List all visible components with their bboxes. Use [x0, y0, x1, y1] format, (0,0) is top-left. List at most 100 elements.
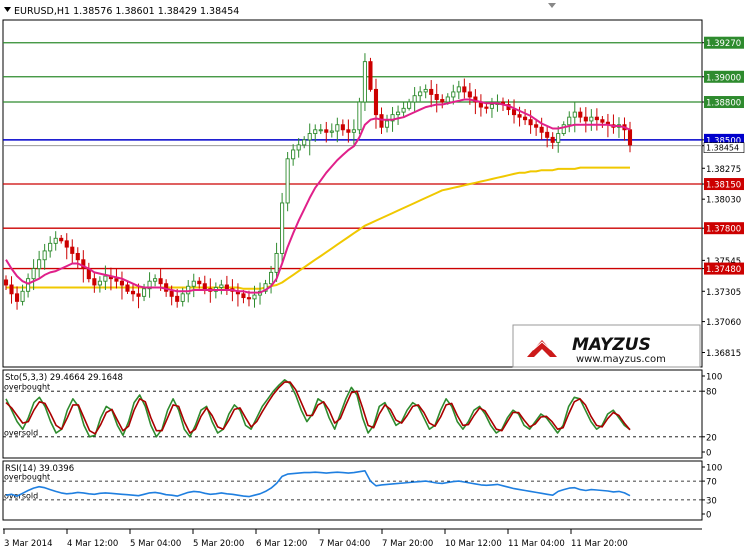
indicator-title: RSI(14) 39.0396 [5, 464, 74, 474]
time-tick-label: 7 Mar 20:00 [382, 539, 433, 549]
price-axis: 1.382751.380301.375451.373051.370601.368… [702, 42, 741, 359]
candle-body [379, 114, 384, 128]
osc-tick-label: 70 [706, 478, 717, 488]
price-tick-label: 1.38030 [706, 196, 741, 206]
time-tick-label: 6 Mar 12:00 [256, 539, 307, 549]
candle-body [3, 279, 9, 286]
candle-body [456, 86, 461, 93]
panel-frame-2 [2, 369, 703, 459]
indicator-title: Sto(5,3,3) 29.4664 29.1648 [5, 373, 123, 383]
time-axis: 3 Mar 2014 4 Mar 12:00 5 Mar 04:00 5 Mar 20… [3, 529, 628, 549]
candle-body [302, 139, 307, 146]
scroll-marker-icon[interactable] [548, 3, 556, 8]
candle-body [42, 250, 47, 261]
stochastic-panel: overbought oversold 100 80 20 0 Sto(5,3,3) 29.… [3, 373, 722, 459]
candle-body [31, 268, 36, 280]
candle-body [313, 129, 318, 135]
candle-body [429, 88, 434, 95]
candle-body [484, 106, 489, 109]
candle-body [511, 109, 517, 116]
candle-body [324, 129, 329, 133]
candle-body [252, 294, 257, 300]
candle-body [462, 86, 467, 93]
candle-body [180, 293, 185, 302]
candle-body [125, 284, 130, 292]
candle-body [274, 252, 279, 273]
collapse-arrow-icon[interactable] [4, 7, 11, 12]
candle-body [246, 297, 252, 300]
candle-body [594, 116, 599, 121]
candle-body [164, 283, 169, 292]
candle-body [600, 119, 605, 123]
candle-body [357, 101, 362, 131]
candle-body [467, 91, 472, 98]
time-tick-label: 5 Mar 20:00 [193, 539, 244, 549]
price-tag-label: 1.37800 [706, 225, 741, 235]
candle-body [368, 61, 373, 90]
osc-tick-label: 100 [706, 464, 722, 474]
price-tag-label: 1.37480 [706, 265, 741, 275]
candle-body [534, 124, 539, 128]
candle-body [26, 278, 31, 292]
candlesticks [3, 53, 633, 310]
price-tag-label: 1.39270 [706, 39, 741, 49]
candle-body [523, 116, 528, 121]
candle-body [142, 288, 147, 297]
candle-body [489, 104, 494, 109]
candle-body [572, 111, 577, 118]
osc-tick-label: 0 [706, 449, 711, 459]
candle-body [407, 101, 412, 109]
panel-frame-1 [2, 19, 703, 368]
candle-body [119, 280, 125, 286]
candle-body [418, 91, 423, 97]
candle-body [48, 242, 53, 252]
candle-body [175, 295, 180, 302]
candle-body [545, 131, 550, 138]
candle-body [9, 284, 14, 295]
watermark: MAYZUS www.mayzus.com [512, 324, 701, 368]
candle-body [59, 237, 64, 242]
candle-body [269, 271, 274, 285]
candle-body [296, 144, 301, 151]
candle-body [451, 91, 456, 98]
time-tick-label: 10 Mar 12:00 [445, 539, 502, 549]
level-oversold-label: oversold [4, 428, 38, 437]
candle-body [373, 88, 379, 116]
candle-body [362, 61, 367, 103]
candle-body [307, 133, 312, 141]
candle-body [53, 237, 58, 244]
candle-body [114, 278, 119, 282]
series-RSI [5, 469, 631, 498]
candle-body [37, 259, 42, 270]
rsi-panel: overboughtoversold10070300RSI(14) 39.039… [3, 464, 722, 521]
candle-body [423, 88, 428, 93]
osc-tick-label: 100 [706, 373, 722, 383]
time-tick-label: 11 Mar 04:00 [508, 539, 565, 549]
osc-tick-label: 0 [706, 511, 711, 521]
candle-body [401, 107, 406, 113]
chart-window[interactable]: 1.38275 1.38030 1.37545 1.37305 1.37060 1.368… [0, 0, 746, 550]
candle-body [64, 240, 69, 248]
price-tag-label: 1.39000 [706, 73, 741, 83]
price-tick-label: 1.38275 [706, 165, 741, 175]
candle-body [556, 133, 561, 143]
chart-canvas[interactable]: 1.382751.380301.375451.373051.370601.368… [0, 0, 746, 550]
candle-body [539, 126, 544, 133]
candle-body [517, 114, 522, 118]
time-tick-label: 7 Mar 04:00 [319, 539, 370, 549]
candle-body [396, 111, 401, 116]
time-tick-label: 4 Mar 12:00 [67, 539, 118, 549]
price-tick-label: 1.36815 [706, 349, 741, 359]
candle-body [197, 280, 202, 285]
price-tag-label: 1.38800 [706, 99, 741, 109]
candle-body [153, 278, 158, 282]
candle-body [14, 293, 20, 302]
price-tick-label: 1.37060 [706, 318, 741, 328]
candle-body [280, 202, 285, 254]
candle-body [346, 129, 351, 133]
candle-body [70, 246, 75, 254]
candle-body [241, 293, 246, 299]
osc-tick-label: 80 [706, 388, 717, 398]
level-oversold-label: oversold [4, 491, 38, 500]
chart-header: EURUSD,H1 1.38576 1.38601 1.38429 1.3845… [4, 6, 239, 17]
